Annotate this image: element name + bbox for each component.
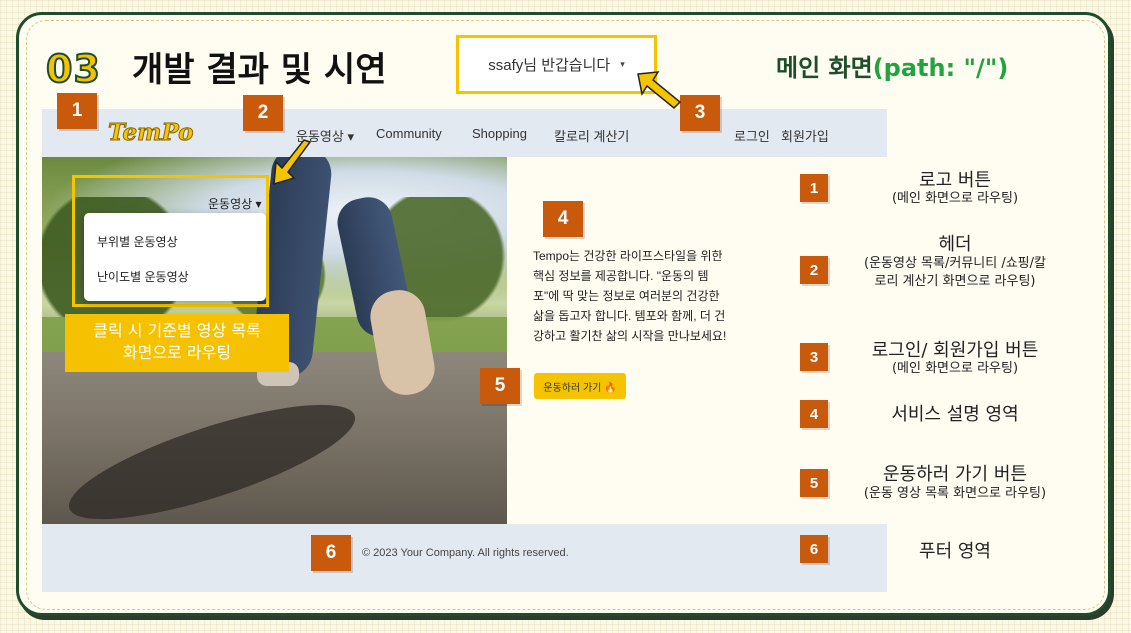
nav-signup[interactable]: 회원가입 [781,126,829,145]
legend-title-6: 푸터 영역 [919,541,991,562]
nav-calorie-calculator[interactable]: 칼로리 계산기 [554,126,629,145]
dropdown-callout: 클릭 시 기준별 영상 목록 화면으로 라우팅 [65,314,289,372]
legend-title-1: 로고 버튼 [919,170,991,191]
marker-5: 5 [480,368,520,404]
service-description: Tempo는 건강한 라이프스타일을 위한 핵심 정보를 제공합니다. "운동의… [533,249,727,343]
nav-community[interactable]: Community [376,126,442,141]
arrow-to-dropdown-icon [273,139,312,186]
legend-badge-2: 2 [800,256,828,284]
chevron-down-icon: ▾ [620,59,625,69]
main-screen-title: 메인 화면(path: "/") [776,48,1008,83]
nav-login[interactable]: 로그인 [734,126,770,145]
main-title-path: (path: "/") [872,54,1009,82]
marker-1: 1 [57,93,97,129]
logo-button[interactable]: TemPo [107,119,193,147]
legend-sub-5: (운동 영상 목록 화면으로 라우팅) [863,486,1047,501]
footer-copyright: © 2023 Your Company. All rights reserved… [362,547,569,559]
legend-title-4: 서비스 설명 영역 [891,404,1019,425]
slide-title: 개발 결과 및 시연 [132,50,387,90]
exercise-videos-dropdown-menu: 부위별 운동영상 난이도별 운동영상 [84,213,266,301]
legend-badge-4: 4 [800,400,828,428]
marker-3: 3 [680,95,720,131]
user-greeting-dropdown[interactable]: ssafy님 반갑습니다 ▾ [456,35,657,94]
legend-badge-1: 1 [800,174,828,202]
legend-sub-1: (메인 화면으로 라우팅) [891,191,1019,206]
legend-title-2: 헤더 [938,234,972,255]
go-exercise-button[interactable]: 운동하러 가기 🔥 [534,373,626,399]
marker-4: 4 [543,201,583,237]
user-greeting-label: ssafy님 반갑습니다 [488,57,611,74]
dropdown-item-by-body-part[interactable]: 부위별 운동영상 [97,233,178,250]
dropdown-item-by-difficulty[interactable]: 난이도별 운동영상 [97,268,189,285]
site-header: TemPo 운동영상 ▾ Community Shopping 칼로리 계산기 … [42,109,887,157]
legend-title-5: 운동하러 가기 버튼 [883,464,1027,485]
legend-sub-3: (메인 화면으로 라우팅) [891,361,1019,376]
legend-sub-2: (운동영상 목록/커뮤니티 /쇼핑/칼로리 계산기 화면으로 라우팅) [864,256,1046,289]
main-title-text: 메인 화면 [776,54,873,82]
exercise-videos-dropdown-toggle[interactable]: 운동영상 ▾ [208,195,262,212]
legend-title-3: 로그인/ 회원가입 버튼 [871,340,1039,361]
legend-badge-6: 6 [800,535,828,563]
legend-badge-5: 5 [800,469,828,497]
callout-line-2: 화면으로 라우팅 [122,343,232,362]
marker-2: 2 [243,95,283,131]
arrow-to-user-menu-icon [637,71,682,110]
slide-number: 03 [45,46,101,92]
site-footer: © 2023 Your Company. All rights reserved… [42,524,887,592]
marker-6: 6 [311,535,351,571]
callout-line-1: 클릭 시 기준별 영상 목록 [93,321,261,340]
nav-shopping[interactable]: Shopping [472,126,527,141]
legend-badge-3: 3 [800,343,828,371]
